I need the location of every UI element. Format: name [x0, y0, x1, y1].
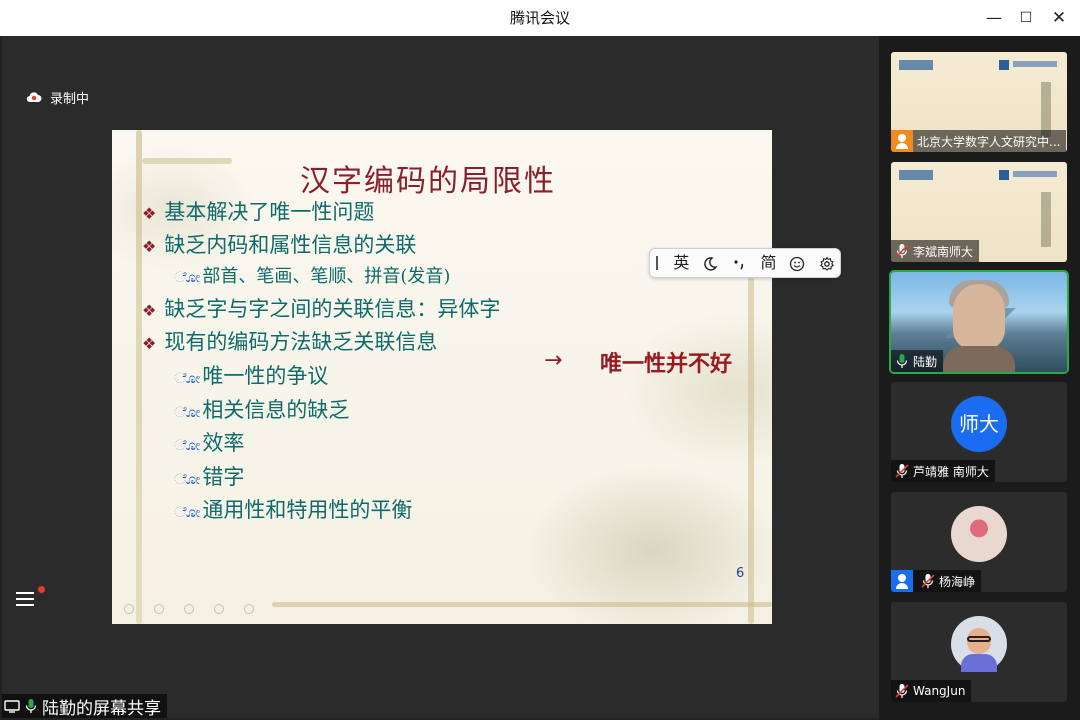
swirl-bullet-icon: ೋ — [174, 369, 201, 387]
participant-tile[interactable]: 李斌南师大 — [891, 162, 1067, 262]
participant-name: 陆勤 — [913, 354, 938, 369]
screen-share-icon — [4, 698, 20, 714]
diamond-bullet-icon: ❖ — [142, 334, 157, 353]
participant-namebar: 陆勤 — [891, 350, 944, 372]
slide-bullet: ❖ 现有的编码方法缺乏关联信息 — [142, 330, 438, 354]
shared-screen-area: 录制中 汉字编码的局限性 ❖ 基本解决了唯一性问题 ❖ 缺乏内码和属性信息的关联 ೋ… — [2, 36, 879, 718]
screen-share-owner: 陆勤的屏幕共享 — [42, 698, 161, 719]
pen-icon[interactable] — [184, 604, 194, 614]
punctuation-icon[interactable] — [726, 251, 753, 275]
diamond-bullet-icon: ❖ — [142, 301, 157, 320]
diamond-bullet-icon: ❖ — [142, 204, 157, 223]
cloud-record-icon — [26, 91, 42, 103]
mic-muted-icon — [895, 243, 909, 259]
participant-tile-speaking[interactable]: 陆勤 — [889, 270, 1069, 374]
swirl-bullet-icon: ೋ — [174, 268, 201, 286]
slide-sub-bullet: ೋ唯一性的争议 — [174, 364, 329, 388]
decorative-vine — [142, 158, 232, 164]
participant-namebar: 李斌南师大 — [891, 240, 980, 262]
slide-bullet: ❖ 缺乏字与字之间的关联信息：异体字 — [142, 297, 501, 321]
slide-sub-bullet: ೋ通用性和特用性的平衡 — [174, 498, 413, 522]
swirl-bullet-icon: ೋ — [174, 436, 201, 454]
participant-tile[interactable]: WangJun — [891, 602, 1067, 702]
moon-icon[interactable] — [697, 251, 724, 275]
participant-tile[interactable]: 北京大学数字人文研究中... — [891, 52, 1067, 152]
member-list-button[interactable] — [12, 584, 45, 614]
slide-bullet: ❖ 缺乏内码和属性信息的关联 — [142, 233, 417, 257]
user-avatar-icon — [891, 570, 913, 592]
slide-sub-bullet: ೋ效率 — [174, 431, 245, 455]
title-bar: 腾讯会议 — ☐ ✕ — [0, 0, 1080, 36]
maximize-button[interactable]: ☐ — [1013, 6, 1039, 30]
participant-name: 芦靖雅 南师大 — [913, 464, 989, 479]
avatar — [951, 616, 1007, 672]
participant-namebar: 芦靖雅 南师大 — [891, 460, 995, 482]
slide-bullet: ❖ 基本解决了唯一性问题 — [142, 200, 375, 224]
meeting-window: 腾讯会议 — ☐ ✕ 录制中 汉字编码的局限性 ❖ 基本解决了唯一性问题 ❖ 缺乏内… — [0, 0, 1080, 720]
recording-indicator[interactable]: 录制中 — [26, 87, 89, 107]
gear-icon[interactable] — [813, 251, 840, 275]
swirl-bullet-icon: ೋ — [174, 470, 201, 488]
avatar: 师大 — [951, 396, 1007, 452]
mic-muted-icon — [895, 683, 909, 699]
participant-name: WangJun — [913, 684, 966, 698]
swirl-bullet-icon: ೋ — [174, 403, 201, 421]
emoji-icon[interactable] — [784, 251, 811, 275]
close-button[interactable]: ✕ — [1046, 6, 1072, 30]
swirl-bullet-icon: ೋ — [174, 503, 201, 521]
participant-namebar: 北京大学数字人文研究中... — [891, 130, 1067, 152]
ime-toolbar: 英 简 — [649, 248, 841, 278]
recording-label: 录制中 — [50, 91, 90, 107]
slide-sub-bullet: ೋ 部首、笔画、笔顺、拼音(发音) — [174, 266, 451, 287]
presentation-slide: 汉字编码的局限性 ❖ 基本解决了唯一性问题 ❖ 缺乏内码和属性信息的关联 ೋ 部首、笔… — [112, 130, 772, 624]
slide-sub-bullet: ೋ相关信息的缺乏 — [174, 398, 350, 422]
participant-namebar: 杨海峥 — [891, 570, 982, 592]
slide-page-number: 6 — [736, 566, 745, 581]
mic-active-icon — [895, 353, 909, 369]
notification-dot — [38, 586, 45, 593]
slide-callout: 唯一性并不好 — [600, 351, 733, 376]
user-avatar-icon — [891, 130, 913, 152]
participant-name: 李斌南师大 — [913, 244, 974, 259]
mic-muted-icon — [921, 573, 935, 589]
decorative-vine — [272, 602, 772, 607]
slide-nav-controls — [124, 604, 254, 614]
arrow-right-icon: → — [544, 348, 563, 373]
participant-tile[interactable]: 师大 芦靖雅 南师大 — [891, 382, 1067, 482]
participant-tile[interactable]: 杨海峥 — [891, 492, 1067, 592]
slide-title: 汉字编码的局限性 — [300, 164, 556, 199]
slide-sub-bullet: ೋ错字 — [174, 465, 245, 489]
ime-script-toggle[interactable]: 简 — [755, 251, 782, 275]
participant-sidebar: 北京大学数字人文研究中... 李斌南师大 陆勤 师大 芦靖雅 南师大 杨海峥 W… — [879, 36, 1080, 720]
prev-slide-icon[interactable] — [124, 604, 134, 614]
mic-active-icon — [23, 698, 39, 714]
ime-language-toggle[interactable]: 英 — [668, 251, 695, 275]
participant-namebar: WangJun — [891, 680, 972, 702]
participant-name: 北京大学数字人文研究中... — [917, 134, 1061, 149]
window-title: 腾讯会议 — [509, 9, 570, 27]
zoom-icon[interactable] — [244, 604, 254, 614]
mic-muted-icon — [895, 463, 909, 479]
avatar — [951, 506, 1007, 562]
screen-share-label: 陆勤的屏幕共享 — [2, 694, 167, 719]
minimize-button[interactable]: — — [981, 6, 1007, 30]
menu-icon[interactable] — [214, 604, 224, 614]
next-slide-icon[interactable] — [154, 604, 164, 614]
drag-handle[interactable] — [656, 256, 658, 270]
participant-name: 杨海峥 — [939, 574, 976, 589]
diamond-bullet-icon: ❖ — [142, 237, 157, 256]
decorative-vine — [748, 270, 754, 624]
